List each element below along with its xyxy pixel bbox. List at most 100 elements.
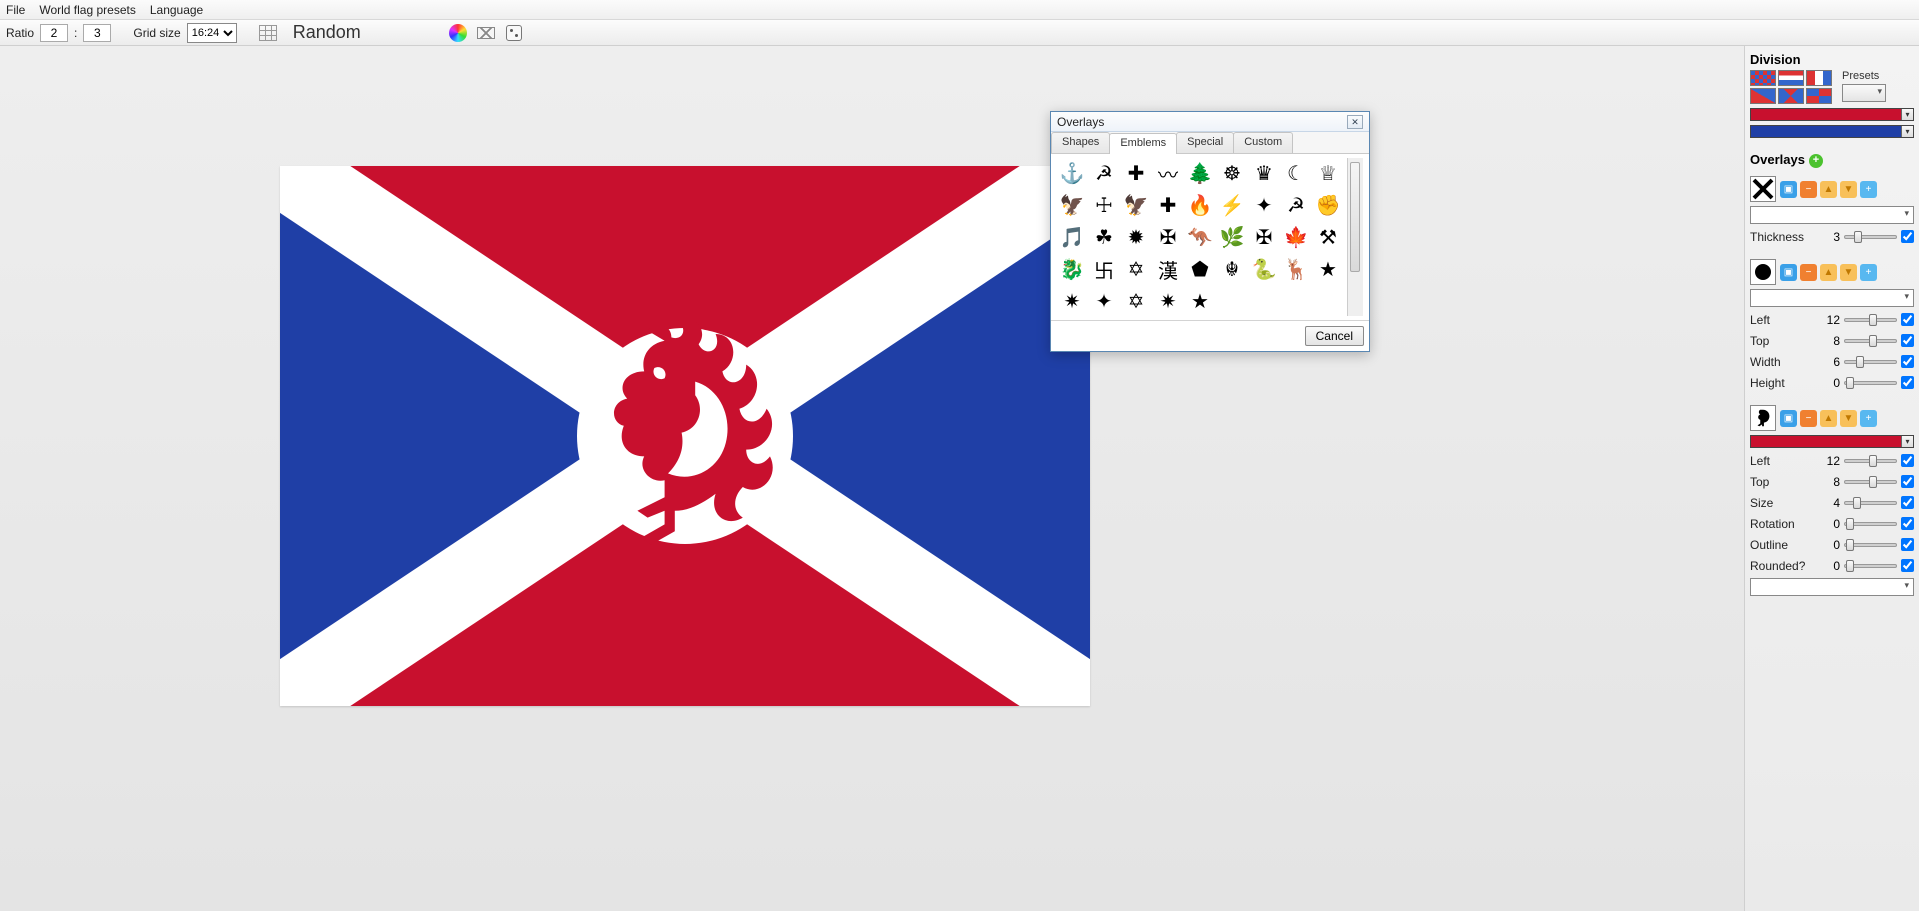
overlay-color-combo[interactable] — [1750, 206, 1914, 224]
emblem-cell[interactable]: 🌲 — [1185, 158, 1215, 188]
dialog-titlebar[interactable]: Overlays ✕ — [1051, 112, 1369, 132]
cancel-button[interactable]: Cancel — [1305, 326, 1364, 346]
division-color-1[interactable]: ▾ — [1750, 108, 1914, 121]
emblem-cell[interactable]: 卐 — [1089, 254, 1119, 284]
overlay-thumb[interactable] — [1750, 405, 1776, 431]
emblem-cell[interactable]: ✷ — [1057, 286, 1087, 316]
random-button[interactable]: Random — [293, 22, 361, 43]
tab-custom[interactable]: Custom — [1233, 132, 1293, 153]
emblem-cell[interactable]: ♛ — [1249, 158, 1279, 188]
clone-button[interactable]: ▣ — [1780, 181, 1797, 198]
emblem-cell[interactable]: ✚ — [1121, 158, 1151, 188]
tab-special[interactable]: Special — [1176, 132, 1234, 153]
emblem-cell[interactable]: ✊ — [1313, 190, 1343, 220]
menu-world-flag-presets[interactable]: World flag presets — [39, 3, 136, 17]
emblem-cell[interactable]: ★ — [1185, 286, 1215, 316]
emblem-cell[interactable]: ★ — [1313, 254, 1343, 284]
emblem-cell[interactable]: 🌿 — [1217, 222, 1247, 252]
rotation-slider[interactable] — [1844, 522, 1897, 526]
left-slider[interactable] — [1844, 318, 1897, 322]
tab-shapes[interactable]: Shapes — [1051, 132, 1110, 153]
rounded-lock[interactable] — [1901, 559, 1914, 572]
move-down-button[interactable]: ▼ — [1840, 264, 1857, 281]
emblem-cell[interactable]: 🦌 — [1281, 254, 1311, 284]
height-lock[interactable] — [1901, 376, 1914, 389]
move-up-button[interactable]: ▲ — [1820, 264, 1837, 281]
emblem-cell[interactable]: ✷ — [1153, 286, 1183, 316]
overlay-thumb[interactable] — [1750, 259, 1776, 285]
emblem-cell[interactable]: ✦ — [1089, 286, 1119, 316]
clone-button[interactable]: ▣ — [1780, 410, 1797, 427]
color-wheel-button[interactable] — [447, 22, 469, 44]
gridsize-select[interactable]: 16:24 — [187, 23, 237, 43]
menu-language[interactable]: Language — [150, 3, 203, 17]
top-lock[interactable] — [1901, 334, 1914, 347]
clone-button[interactable]: ▣ — [1780, 264, 1797, 281]
emblem-cell[interactable]: ☾ — [1281, 158, 1311, 188]
width-slider[interactable] — [1844, 360, 1897, 364]
move-up-button[interactable]: ▲ — [1820, 410, 1837, 427]
remove-button[interactable]: − — [1800, 410, 1817, 427]
emblem-cell[interactable]: ☘ — [1089, 222, 1119, 252]
division-thumb[interactable] — [1806, 70, 1832, 86]
add-overlay-button[interactable]: + — [1809, 154, 1823, 168]
overlay-extra-combo[interactable] — [1750, 578, 1914, 596]
width-lock[interactable] — [1901, 355, 1914, 368]
dialog-scrollbar[interactable] — [1347, 158, 1363, 316]
emblem-cell[interactable]: 🦘 — [1185, 222, 1215, 252]
move-down-button[interactable]: ▼ — [1840, 410, 1857, 427]
emblem-cell[interactable]: 〰 — [1153, 158, 1183, 188]
overlay-thumb[interactable] — [1750, 176, 1776, 202]
division-thumb[interactable] — [1806, 88, 1832, 104]
scrollbar-thumb[interactable] — [1350, 162, 1360, 272]
emblem-cell[interactable]: ✹ — [1121, 222, 1151, 252]
add-child-button[interactable]: + — [1860, 410, 1877, 427]
emblem-cell[interactable]: ☭ — [1089, 158, 1119, 188]
move-up-button[interactable]: ▲ — [1820, 181, 1837, 198]
add-child-button[interactable]: + — [1860, 181, 1877, 198]
thickness-lock[interactable] — [1901, 230, 1914, 243]
overlay-color-combo[interactable] — [1750, 289, 1914, 307]
outline-lock[interactable] — [1901, 538, 1914, 551]
top-lock[interactable] — [1901, 475, 1914, 488]
ratio-b-input[interactable] — [83, 24, 111, 42]
emblem-cell[interactable]: 🦅 — [1121, 190, 1151, 220]
emblem-cell[interactable]: ✡ — [1121, 286, 1151, 316]
dialog-close-button[interactable]: ✕ — [1347, 115, 1363, 129]
emblem-cell[interactable]: ⚡ — [1217, 190, 1247, 220]
overlay-color[interactable]: ▾ — [1750, 435, 1914, 448]
division-thumb[interactable] — [1750, 70, 1776, 86]
menu-file[interactable]: File — [6, 3, 25, 17]
emblem-cell[interactable]: 🦅 — [1057, 190, 1087, 220]
size-slider[interactable] — [1844, 501, 1897, 505]
presets-combo[interactable] — [1842, 84, 1886, 102]
thickness-slider[interactable] — [1844, 235, 1897, 239]
size-lock[interactable] — [1901, 496, 1914, 509]
emblem-cell[interactable]: ⚓ — [1057, 158, 1087, 188]
emblem-cell[interactable]: ⬟ — [1185, 254, 1215, 284]
rounded-slider[interactable] — [1844, 564, 1897, 568]
division-thumb[interactable] — [1778, 88, 1804, 104]
division-color-2[interactable]: ▾ — [1750, 125, 1914, 138]
remove-button[interactable]: − — [1800, 181, 1817, 198]
emblem-cell[interactable]: ☩ — [1089, 190, 1119, 220]
top-slider[interactable] — [1844, 480, 1897, 484]
height-slider[interactable] — [1844, 381, 1897, 385]
emblem-cell[interactable]: ⚒ — [1313, 222, 1343, 252]
add-child-button[interactable]: + — [1860, 264, 1877, 281]
toggle-grid-button[interactable] — [257, 22, 279, 44]
division-thumb[interactable] — [1778, 70, 1804, 86]
left-lock[interactable] — [1901, 454, 1914, 467]
outline-slider[interactable] — [1844, 543, 1897, 547]
tab-emblems[interactable]: Emblems — [1109, 133, 1177, 154]
move-down-button[interactable]: ▼ — [1840, 181, 1857, 198]
emblem-cell[interactable]: 🔥 — [1185, 190, 1215, 220]
emblem-cell[interactable]: ✦ — [1249, 190, 1279, 220]
ratio-a-input[interactable] — [40, 24, 68, 42]
emblem-cell[interactable]: ☸ — [1217, 158, 1247, 188]
emblem-cell[interactable]: ✠ — [1249, 222, 1279, 252]
mail-button[interactable] — [475, 22, 497, 44]
dice-button[interactable] — [503, 22, 525, 44]
emblem-cell[interactable]: ✠ — [1153, 222, 1183, 252]
emblem-cell[interactable]: ✡ — [1121, 254, 1151, 284]
